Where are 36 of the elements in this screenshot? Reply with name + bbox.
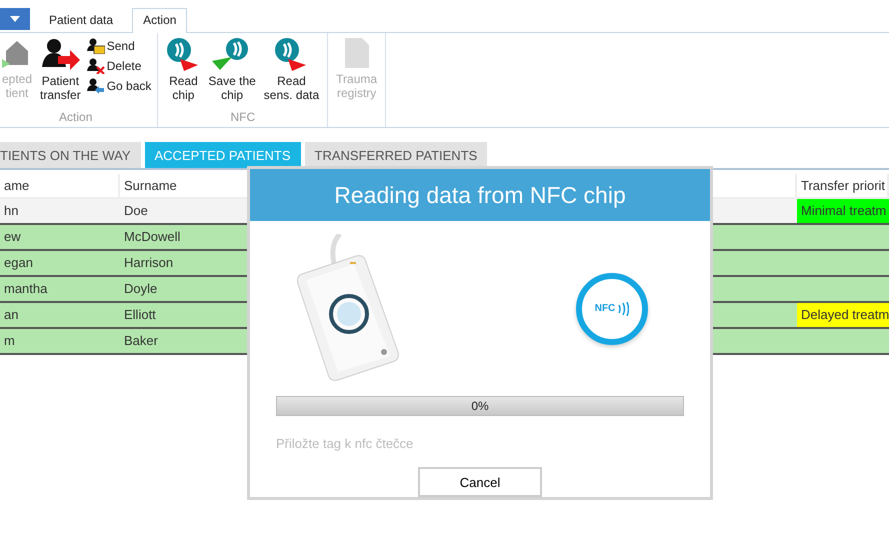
menu-button[interactable] (0, 8, 30, 30)
document-icon (344, 37, 370, 69)
nfc-read-icon (274, 37, 308, 71)
dropdown-icon (10, 16, 20, 22)
ribbon-button[interactable]: Read sens. data (262, 37, 322, 110)
priority-cell: Minimal treatm (797, 199, 889, 225)
ribbon-button[interactable]: Patient transfer (38, 37, 83, 110)
ribbon-button[interactable]: Send (86, 37, 152, 55)
table-cell: hn (0, 199, 120, 225)
hint-text: Přiložte tag k nfc čtečce (276, 436, 414, 451)
list-tab[interactable]: TIENTS ON THE WAY (0, 142, 140, 168)
nfc-badge: NFC (576, 272, 648, 345)
group-label: NFC (229, 110, 256, 126)
person-return-icon (86, 78, 105, 94)
ribbon-button[interactable]: Read chip (164, 37, 202, 110)
person-arrow-icon (40, 37, 80, 71)
ribbon-tab[interactable]: Action (132, 8, 188, 33)
signal-waves-icon (617, 302, 630, 316)
group-label: Action (58, 110, 94, 126)
ribbon-button[interactable]: Delete (86, 57, 152, 75)
ribbon-tab[interactable]: Patient data (38, 8, 124, 32)
list-tab[interactable]: TRANSFERRED PATIENTS (304, 142, 488, 168)
person-delete-icon (86, 58, 105, 74)
progress-reading: 0% (471, 399, 489, 414)
table-cell: ew (0, 225, 120, 251)
table-cell: an (0, 303, 120, 329)
table-cell: m (0, 329, 120, 355)
table-cell: egan (0, 251, 120, 277)
nfc-read-icon (166, 37, 200, 71)
person-mail-icon (86, 38, 105, 54)
priority-cell: Delayed treatm (797, 303, 889, 329)
dialog-title: Reading data from NFC chip (250, 169, 710, 221)
cancel-button[interactable]: Cancel (418, 467, 542, 497)
table-cell: mantha (0, 277, 120, 303)
ribbon-button[interactable]: Save the chip (206, 37, 258, 110)
ribbon-button[interactable]: Go back (86, 77, 152, 95)
